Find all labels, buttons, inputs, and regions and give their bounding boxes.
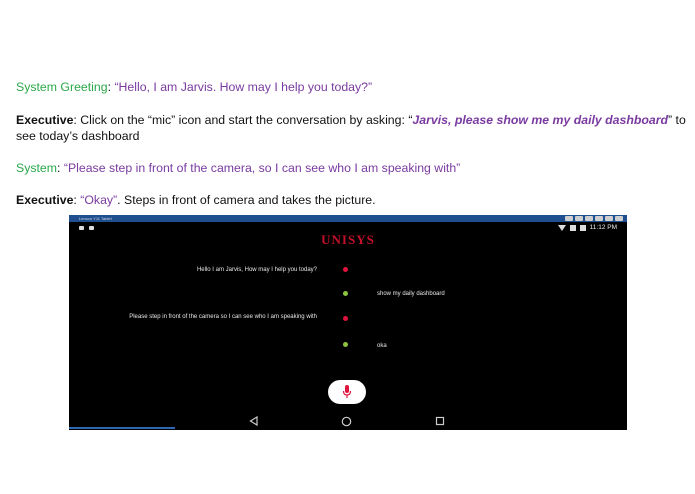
window-control-icon[interactable]	[585, 216, 593, 221]
separator: :	[57, 161, 64, 175]
window-control-icon[interactable]	[595, 216, 603, 221]
speaker-label: System	[16, 161, 57, 175]
battery-icon	[579, 224, 586, 231]
system-camera-line: System: “Please step in front of the cam…	[16, 160, 460, 176]
user-dot-icon	[343, 342, 348, 347]
speaker-label: System Greeting	[16, 80, 108, 94]
unisys-logo: UNISYS	[321, 232, 375, 247]
camera-quote: “Please step in front of the camera, so …	[63, 161, 461, 175]
mic-button[interactable]	[328, 380, 366, 404]
okay-quote: “Okay”	[80, 193, 118, 207]
speaker-label: Executive	[16, 193, 74, 207]
emulator-titlebar: Lenovo Y11 Tablet	[69, 215, 627, 222]
tablet-emulator-screen: Lenovo Y11 Tablet 11:12 PM UNISYS Hello …	[69, 215, 627, 430]
status-time: 11:12 PM	[589, 224, 617, 231]
user-message: show my daily dashboard	[377, 291, 445, 297]
okay-rest: . Steps in front of camera and takes the…	[117, 193, 376, 207]
recents-square-icon[interactable]	[435, 416, 445, 426]
system-dot-icon	[343, 316, 348, 321]
executive-instruction-line: Executive: Click on the “mic” icon and s…	[16, 112, 691, 144]
window-control-icon[interactable]	[565, 216, 573, 221]
user-dot-icon	[343, 291, 348, 296]
window-controls[interactable]	[565, 216, 623, 221]
signal-icon	[569, 224, 576, 231]
window-control-icon[interactable]	[575, 216, 583, 221]
notification-icon	[79, 226, 84, 230]
notification-icons	[79, 226, 94, 230]
instruction-text: : Click on the “mic” icon and start the …	[73, 113, 413, 127]
emulator-title: Lenovo Y11 Tablet	[79, 216, 112, 221]
wifi-icon	[557, 224, 566, 231]
bottom-indicator	[69, 427, 175, 429]
greeting-quote: “Hello, I am Jarvis. How may I help you …	[114, 80, 373, 94]
system-message: Please step in front of the camera so I …	[129, 314, 317, 320]
back-triangle-icon[interactable]	[249, 416, 259, 426]
asked-phrase: Jarvis, please show me my daily dashboar…	[412, 113, 669, 127]
system-dot-icon	[343, 267, 348, 272]
home-circle-icon[interactable]	[341, 416, 352, 427]
window-control-icon[interactable]	[615, 216, 623, 221]
user-message: oka	[377, 343, 387, 349]
microphone-icon	[342, 385, 352, 398]
system-message: Hello I am Jarvis, How may I help you to…	[196, 267, 317, 273]
speaker-label: Executive	[16, 113, 74, 127]
notification-icon	[89, 226, 94, 230]
window-control-icon[interactable]	[605, 216, 613, 221]
status-icons: 11:12 PM	[557, 224, 617, 231]
system-greeting-line: System Greeting: “Hello, I am Jarvis. Ho…	[16, 79, 372, 95]
executive-okay-line: Executive: “Okay”. Steps in front of cam…	[16, 192, 376, 208]
